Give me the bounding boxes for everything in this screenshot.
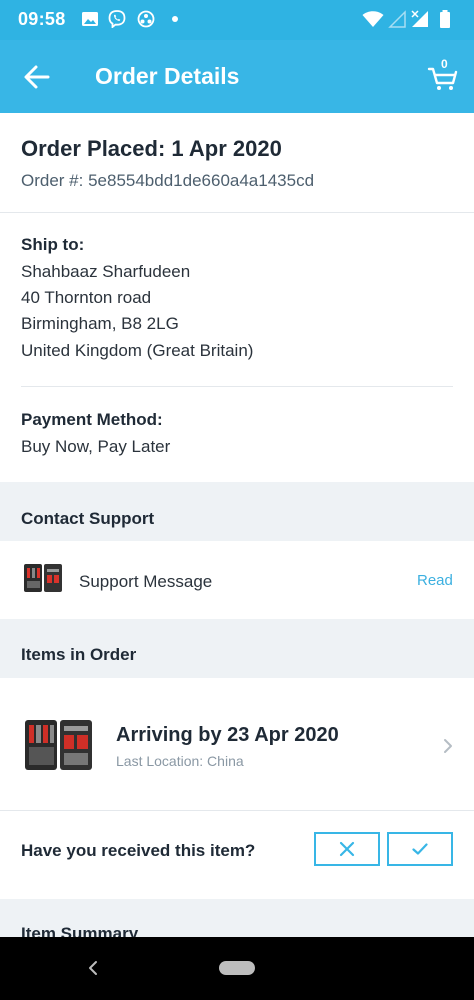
divider: [0, 810, 474, 811]
payment-heading: Payment Method:: [21, 410, 163, 429]
ship-address-line2: Birmingham, B8 2LG: [21, 314, 179, 333]
status-time: 09:58: [18, 9, 66, 29]
app-bar: Order Details 0: [0, 40, 474, 113]
item-summary-section-header: Item Summary: [0, 899, 474, 937]
signal-off-icon: [388, 10, 406, 28]
status-bar: 09:58: [0, 0, 474, 40]
nav-back-icon[interactable]: [86, 960, 100, 976]
back-arrow-icon[interactable]: [22, 62, 52, 92]
divider: [0, 212, 474, 213]
order-placed-title: Order Placed: 1 Apr 2020: [21, 136, 282, 161]
support-message-label: Support Message: [79, 572, 213, 591]
chevron-right-icon[interactable]: [441, 737, 455, 755]
support-message-row[interactable]: Support Message: [0, 542, 474, 618]
image-icon: [82, 12, 98, 26]
items-section-header: Items in Order: [0, 619, 474, 678]
product-image: [25, 720, 92, 770]
item-summary-heading: Item Summary: [21, 924, 139, 937]
contact-support-heading: Contact Support: [21, 509, 155, 528]
cart-count-badge: 0: [441, 57, 448, 71]
payment-method: Buy Now, Pay Later: [21, 437, 171, 456]
cart-button[interactable]: 0: [426, 57, 460, 92]
order-item-row[interactable]: Arriving by 23 Apr 2020 Last Location: C…: [0, 679, 474, 810]
wifi-icon: [362, 11, 384, 27]
arrival-date: Arriving by 23 Apr 2020: [116, 724, 339, 746]
received-button[interactable]: [387, 832, 453, 866]
nav-home-button[interactable]: [219, 961, 255, 975]
viber-icon: [108, 10, 126, 28]
contact-support-section-header: Contact Support: [0, 482, 474, 541]
ship-to-heading: Ship to:: [21, 235, 85, 254]
not-received-button[interactable]: [314, 832, 380, 866]
ship-address-line1: 40 Thornton road: [21, 288, 152, 307]
battery-icon: [440, 10, 450, 28]
dot-icon: [172, 16, 178, 22]
read-link[interactable]: Read: [417, 572, 453, 589]
page-title: Order Details: [95, 63, 240, 89]
received-question: Have you received this item?: [21, 841, 256, 860]
items-heading: Items in Order: [21, 645, 137, 664]
ship-country: United Kingdom (Great Britain): [21, 341, 254, 360]
check-icon: [412, 843, 428, 855]
signal-icon: [411, 10, 428, 27]
product-thumbnail-image: [24, 564, 62, 592]
close-icon: [339, 841, 355, 857]
sync-icon: [137, 10, 155, 28]
order-number: Order #: 5e8554bdd1de660a4a1435cd: [21, 171, 315, 190]
divider: [21, 386, 453, 387]
last-location: Last Location: China: [116, 753, 244, 769]
ship-name: Shahbaaz Sharfudeen: [21, 262, 191, 281]
